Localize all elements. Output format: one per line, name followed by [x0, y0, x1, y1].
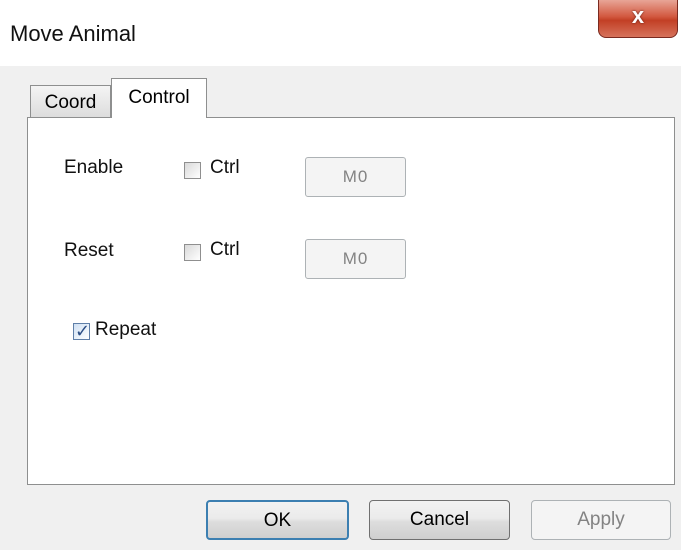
reset-label: Reset: [64, 240, 114, 261]
repeat-checkbox[interactable]: ✓: [73, 321, 91, 341]
enable-ctrl-checkbox[interactable]: [184, 162, 201, 179]
reset-address-button[interactable]: M0: [305, 239, 406, 279]
window-title: Move Animal: [10, 21, 136, 46]
close-button[interactable]: x: [598, 0, 678, 38]
active-tab-joint: [112, 116, 206, 119]
checkmark-icon: ✓: [74, 321, 91, 341]
repeat-label[interactable]: Repeat: [95, 319, 156, 341]
reset-ctrl-label[interactable]: Ctrl: [210, 239, 240, 261]
close-icon: x: [631, 3, 645, 28]
enable-ctrl-label[interactable]: Ctrl: [210, 157, 240, 179]
apply-button[interactable]: Apply: [531, 500, 671, 540]
ok-button[interactable]: OK: [206, 500, 349, 540]
move-animal-dialog: Move Animal x Coord Control Enable Ctrl …: [0, 0, 681, 550]
title-bar: Move Animal x: [0, 0, 681, 66]
enable-address-button[interactable]: M0: [305, 157, 406, 197]
enable-label: Enable: [64, 157, 124, 178]
cancel-button[interactable]: Cancel: [369, 500, 510, 540]
tab-control[interactable]: Control: [111, 78, 207, 118]
tab-coord[interactable]: Coord: [30, 85, 111, 118]
reset-ctrl-checkbox[interactable]: [184, 244, 201, 261]
